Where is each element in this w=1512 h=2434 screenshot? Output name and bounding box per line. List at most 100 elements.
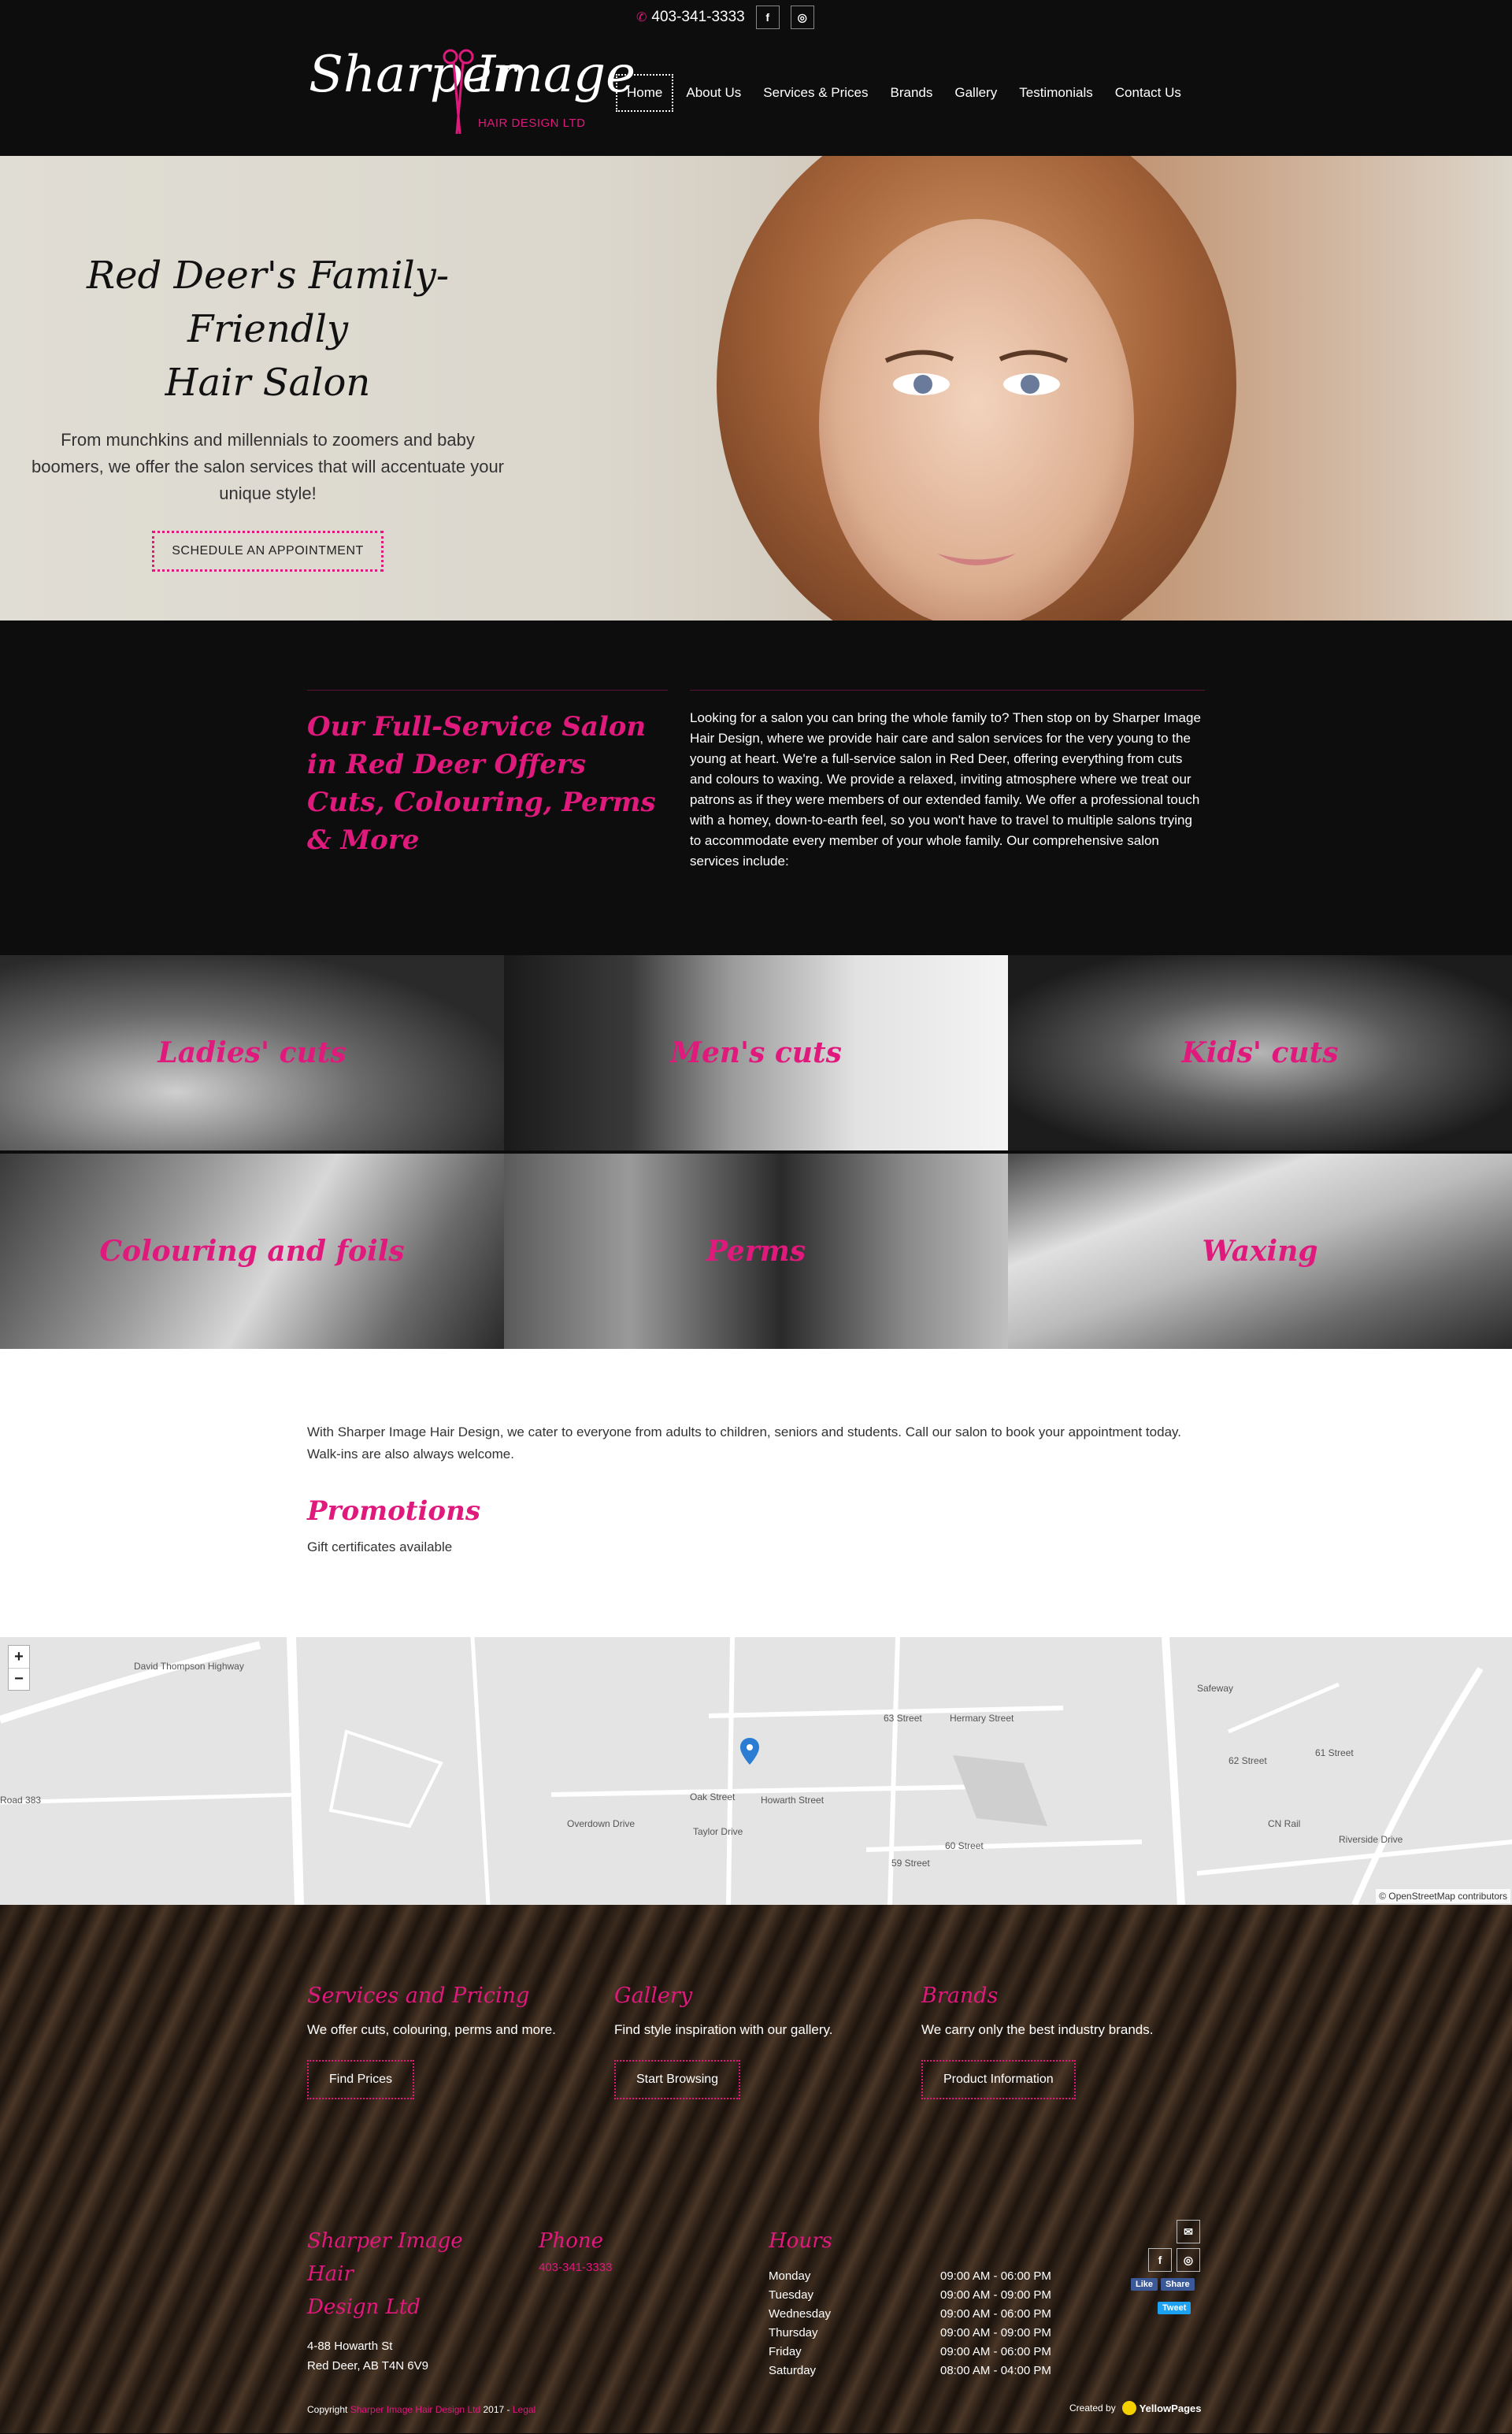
hours-day: Thursday [769, 2326, 818, 2340]
cta-gallery: Gallery Find style inspiration with our … [614, 1984, 898, 2099]
created-by: Created by YellowPages [1069, 2401, 1201, 2415]
nav-about[interactable]: About Us [675, 74, 752, 112]
footer-social: ✉ f ◎ Like Share Tweet [1131, 2220, 1210, 2314]
map-zoom-out-button[interactable]: − [9, 1668, 29, 1690]
cta-brands: Brands We carry only the best industry b… [921, 1984, 1205, 2099]
product-information-button[interactable]: Product Information [921, 2060, 1076, 2099]
footer-facebook-icon[interactable]: f [1148, 2248, 1172, 2272]
cta-title: Services and Pricing [307, 1984, 530, 2008]
hours-row: Monday 09:00 AM - 06:00 PM [769, 2267, 1052, 2286]
copyright: Copyright Sharper Image Hair Design Ltd … [307, 2404, 536, 2415]
footer-social-row: f ◎ [1148, 2248, 1210, 2272]
map-label: Riverside Drive [1339, 1834, 1403, 1845]
created-by-label: Created by [1069, 2403, 1116, 2414]
cta-text: Find style inspiration with our gallery. [614, 2022, 833, 2037]
yellowpages-logo[interactable]: YellowPages [1121, 2401, 1202, 2415]
cta-title: Brands [921, 1984, 999, 2008]
site-logo[interactable]: Sharper Image HAIR DESIGN LTD [309, 41, 636, 135]
cta-title: Gallery [614, 1984, 693, 2008]
info-section: With Sharper Image Hair Design, we cater… [0, 1349, 1512, 1637]
intro-body: Looking for a salon you can bring the wh… [690, 690, 1205, 872]
cta-text: We carry only the best industry brands. [921, 2022, 1154, 2037]
map-label: Taylor Drive [693, 1826, 743, 1837]
copyright-company-link[interactable]: Sharper Image Hair Design Ltd [350, 2404, 480, 2415]
service-label: Men's cuts [670, 1036, 842, 1069]
contact-company: Sharper Image Hair Design Ltd 4-88 Howar… [307, 2225, 512, 2376]
phone-icon: ✆ [636, 11, 647, 24]
intro-section: Our Full-Service Salon in Red Deer Offer… [0, 621, 1512, 955]
service-label: Perms [706, 1235, 806, 1268]
services-grid: Ladies' cuts Men's cuts Kids' cuts Colou… [0, 955, 1512, 1349]
main-nav: Home About Us Services & Prices Brands G… [616, 74, 1192, 112]
service-tile-perms[interactable]: Perms [504, 1154, 1008, 1349]
nav-gallery[interactable]: Gallery [943, 74, 1008, 112]
cta-services: Services and Pricing We offer cuts, colo… [307, 1984, 591, 2099]
hours-day: Monday [769, 2269, 811, 2283]
map-label: 62 Street [1228, 1755, 1267, 1766]
map-label: Road 383 [0, 1795, 42, 1806]
hours-heading: Hours [769, 2229, 832, 2253]
service-tile-waxing[interactable]: Waxing [1008, 1154, 1512, 1349]
map-label: 61 Street [1315, 1747, 1354, 1758]
copyright-prefix: Copyright [307, 2404, 348, 2415]
address-line2: Red Deer, AB T4N 6V9 [307, 2359, 428, 2373]
nav-testimonials[interactable]: Testimonials [1008, 74, 1104, 112]
map-label: Howarth Street [761, 1795, 825, 1806]
map-pin-icon[interactable] [740, 1738, 759, 1765]
nav-brands[interactable]: Brands [880, 74, 944, 112]
yellowpages-text: YellowPages [1139, 2402, 1202, 2414]
facebook-like-button[interactable]: Like [1131, 2278, 1158, 2291]
nav-services[interactable]: Services & Prices [752, 74, 879, 112]
hero-portrait-image [717, 156, 1236, 621]
schedule-appointment-button[interactable]: SCHEDULE AN APPOINTMENT [152, 531, 384, 572]
hours-row: Tuesday 09:00 AM - 09:00 PM [769, 2286, 1052, 2305]
map-label: CN Rail [1268, 1818, 1301, 1829]
site-header: ✆ 403-341-3333 f ◎ Sharper Image HAIR DE… [0, 0, 1512, 156]
site-footer: Services and Pricing We offer cuts, colo… [0, 1905, 1512, 2433]
intro-heading-block: Our Full-Service Salon in Red Deer Offer… [307, 690, 668, 859]
map-zoom-in-button[interactable]: + [9, 1646, 29, 1668]
tweet-wrap: Tweet [1158, 2300, 1210, 2314]
email-icon[interactable]: ✉ [1177, 2220, 1200, 2243]
promotions-heading: Promotions [307, 1495, 480, 1527]
hours-day: Tuesday [769, 2288, 813, 2302]
tweet-button[interactable]: Tweet [1158, 2302, 1191, 2314]
location-map[interactable]: + − Oak Street Howarth Street 63 Street … [0, 1637, 1512, 1905]
copyright-separator: - [504, 2404, 513, 2415]
hours-time: 09:00 AM - 09:00 PM [940, 2326, 1051, 2340]
start-browsing-button[interactable]: Start Browsing [614, 2060, 741, 2099]
hours-row: Saturday 08:00 AM - 04:00 PM [769, 2362, 1052, 2380]
info-paragraph: With Sharper Image Hair Design, we cater… [307, 1424, 1181, 1462]
instagram-icon[interactable]: ◎ [790, 6, 814, 29]
map-label: Overdown Drive [567, 1818, 636, 1829]
nav-contact[interactable]: Contact Us [1104, 74, 1192, 112]
footer-instagram-icon[interactable]: ◎ [1177, 2248, 1200, 2272]
map-label: Oak Street [690, 1791, 736, 1802]
top-phone-link[interactable]: 403-341-3333 [651, 9, 744, 26]
company-name-line1: Sharper Image Hair [307, 2229, 463, 2286]
map-label: Hermary Street [950, 1713, 1014, 1724]
nav-home[interactable]: Home [616, 74, 674, 112]
promotions-text: Gift certificates available [307, 1539, 453, 1554]
hours-table: Monday 09:00 AM - 06:00 PM Tuesday 09:00 A… [769, 2267, 1068, 2380]
map-attribution[interactable]: © OpenStreetMap contributors [1376, 1889, 1510, 1903]
service-tile-mens-cuts[interactable]: Men's cuts [504, 955, 1008, 1150]
service-tile-kids-cuts[interactable]: Kids' cuts [1008, 955, 1512, 1150]
hours-day: Wednesday [769, 2307, 831, 2321]
hero-text-block: Red Deer's Family-Friendly Hair Salon Fr… [32, 249, 504, 572]
footer-phone-link[interactable]: 403-341-3333 [539, 2261, 728, 2274]
address-line1: 4-88 Howarth St [307, 2340, 393, 2353]
map-label: 63 Street [884, 1713, 922, 1724]
facebook-icon[interactable]: f [755, 6, 780, 29]
service-tile-ladies-cuts[interactable]: Ladies' cuts [0, 955, 504, 1150]
top-bar: ✆ 403-341-3333 f ◎ [636, 5, 814, 30]
service-label: Colouring and foils [99, 1235, 405, 1268]
map-label: Safeway [1197, 1683, 1234, 1694]
service-tile-colouring[interactable]: Colouring and foils [0, 1154, 504, 1349]
legal-link[interactable]: Legal [513, 2404, 536, 2415]
service-label: Waxing [1202, 1235, 1318, 1268]
hero-title-line2: Hair Salon [165, 361, 371, 405]
facebook-share-button[interactable]: Share [1161, 2278, 1195, 2291]
find-prices-button[interactable]: Find Prices [307, 2060, 415, 2099]
phone-heading: Phone [539, 2229, 604, 2253]
